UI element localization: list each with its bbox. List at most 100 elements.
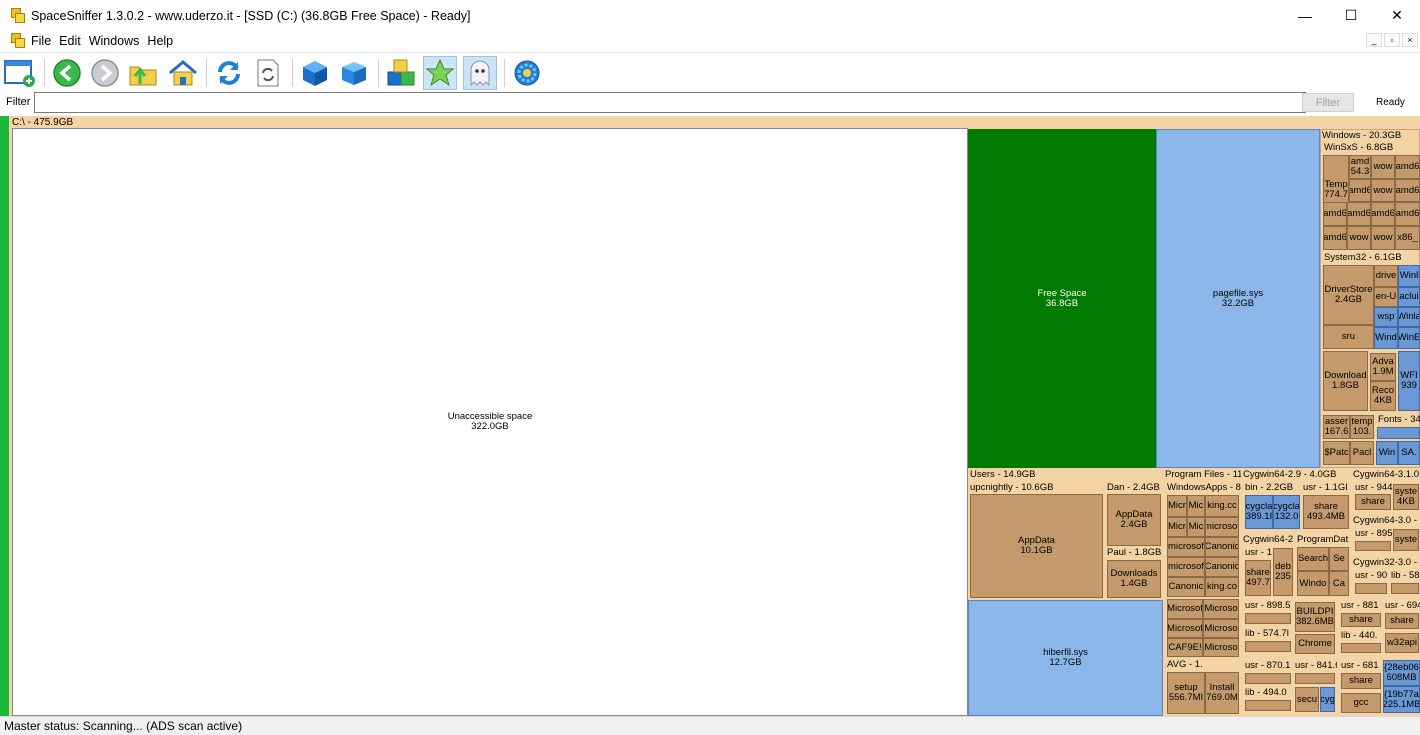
tile-drive[interactable]: drive bbox=[1374, 265, 1398, 287]
tile-search[interactable]: Search bbox=[1297, 547, 1329, 571]
menu-edit[interactable]: Edit bbox=[59, 34, 89, 48]
tile-usr-file[interactable] bbox=[1245, 673, 1291, 684]
tile-mic[interactable]: Mic bbox=[1187, 517, 1205, 537]
tile-microso[interactable]: Microso bbox=[1203, 619, 1239, 638]
tile-amd6[interactable]: amd6 bbox=[1371, 202, 1395, 226]
tile-winl[interactable]: Winl bbox=[1398, 265, 1420, 287]
tile-amd[interactable]: amd 54.3 bbox=[1349, 155, 1371, 179]
minimize-button[interactable]: — bbox=[1282, 0, 1328, 31]
tile-system[interactable]: syste bbox=[1393, 529, 1419, 551]
tile-security[interactable]: secu bbox=[1295, 687, 1319, 712]
tile-se[interactable]: Se bbox=[1329, 547, 1349, 571]
tile-wow[interactable]: wow bbox=[1371, 226, 1395, 250]
tile-wsp[interactable]: wsp bbox=[1374, 307, 1398, 327]
tile-gcc[interactable]: gcc bbox=[1341, 693, 1381, 713]
colored-cubes-button[interactable] bbox=[384, 56, 418, 90]
tile-adva[interactable]: Adva 1.9M bbox=[1370, 353, 1396, 381]
tile-micr[interactable]: Micr bbox=[1167, 495, 1187, 517]
tile-driverstore[interactable]: DriverStore 2.4GB bbox=[1323, 265, 1374, 325]
tile-wfi[interactable]: WFI 939 bbox=[1398, 351, 1420, 411]
tile-king[interactable]: king.cc bbox=[1205, 495, 1239, 517]
tile-assembly[interactable]: asser 167.6 bbox=[1323, 415, 1350, 439]
tile-microsof[interactable]: microsof bbox=[1167, 557, 1205, 577]
tile-share[interactable]: share bbox=[1341, 673, 1381, 689]
tile-canonical[interactable]: Canonic bbox=[1205, 557, 1239, 577]
tile-patch[interactable]: $Patc bbox=[1323, 441, 1350, 465]
tile-setup[interactable]: setup 556.7MI bbox=[1167, 672, 1205, 714]
tile-micr[interactable]: Micr bbox=[1167, 517, 1187, 537]
tile-pagefile[interactable]: pagefile.sys 32.2GB bbox=[1156, 129, 1320, 468]
tile-amd6[interactable]: amd6 bbox=[1347, 202, 1371, 226]
tile-x86[interactable]: x86_ bbox=[1395, 226, 1420, 250]
tile-canonical[interactable]: Canonic bbox=[1167, 577, 1205, 597]
refresh-page-button[interactable] bbox=[251, 56, 285, 90]
tile-fonts-file[interactable] bbox=[1377, 427, 1420, 439]
tile-reco[interactable]: Reco 4KB bbox=[1370, 381, 1396, 411]
tile-free-space[interactable]: Free Space 36.8GB bbox=[968, 129, 1156, 468]
ghost-button[interactable] bbox=[463, 56, 497, 90]
blue-cube-flat-button[interactable] bbox=[337, 56, 371, 90]
tile-wine[interactable]: WinE bbox=[1398, 327, 1420, 349]
tile-canonical[interactable]: Canonic bbox=[1205, 537, 1239, 557]
tile-system[interactable]: syste 4KB bbox=[1393, 484, 1419, 510]
tile-caf[interactable]: CAF9E! bbox=[1167, 638, 1203, 657]
tile-sa[interactable]: SA. bbox=[1398, 441, 1420, 465]
treemap[interactable]: C:\ - 475.9GB Unaccessible space 322.0GB… bbox=[0, 116, 1420, 716]
tile-amd6[interactable]: amd6 bbox=[1349, 179, 1371, 202]
close-button[interactable]: ✕ bbox=[1374, 0, 1420, 31]
mdi-restore-button[interactable]: ▫ bbox=[1384, 33, 1400, 47]
refresh-button[interactable] bbox=[212, 56, 246, 90]
tile-wind[interactable]: Wind bbox=[1374, 327, 1398, 349]
tile-amd6[interactable]: amd6 bbox=[1395, 202, 1420, 226]
tile-wow[interactable]: wow bbox=[1347, 226, 1371, 250]
tile-usr-file[interactable] bbox=[1245, 613, 1291, 624]
tile-microsof[interactable]: Microsof bbox=[1167, 599, 1203, 619]
tile-sru[interactable]: sru bbox=[1323, 325, 1374, 349]
tile-temp2[interactable]: temp 103. bbox=[1350, 415, 1374, 439]
tile-lib-file[interactable] bbox=[1341, 643, 1381, 653]
tile-microsof[interactable]: Microsof bbox=[1167, 619, 1203, 638]
tile-share[interactable]: share 493.4MB bbox=[1303, 495, 1349, 529]
tile-cygcla[interactable]: cygcla 132.0 bbox=[1273, 495, 1300, 529]
tile-unaccessible-space[interactable]: Unaccessible space 322.0GB bbox=[12, 128, 968, 716]
tile-amd6[interactable]: amd6 bbox=[1395, 179, 1420, 202]
tile-share[interactable]: share bbox=[1355, 494, 1391, 510]
tile-amd6[interactable]: amd6 bbox=[1395, 155, 1420, 179]
settings-button[interactable] bbox=[510, 56, 544, 90]
tile-download[interactable]: Download 1.8GB bbox=[1323, 351, 1368, 411]
tile-winla[interactable]: Winla bbox=[1398, 307, 1420, 327]
tile-wow[interactable]: wow bbox=[1371, 155, 1395, 179]
tile-microso[interactable]: Microso bbox=[1203, 638, 1239, 657]
tile-microsof[interactable]: microsof bbox=[1167, 537, 1205, 557]
mdi-minimize-button[interactable]: _ bbox=[1366, 33, 1382, 47]
tile-buildpi[interactable]: BUILDPI 382.6MB bbox=[1295, 602, 1335, 632]
tile-lib-file[interactable] bbox=[1245, 700, 1291, 711]
tile-chrome[interactable]: Chrome bbox=[1295, 634, 1335, 654]
tile-windows[interactable]: Windo bbox=[1297, 571, 1329, 596]
tile-king[interactable]: king.co bbox=[1205, 577, 1239, 597]
mdi-close-button[interactable]: × bbox=[1402, 33, 1418, 47]
forward-button[interactable] bbox=[88, 56, 122, 90]
tile-guid-19b77a[interactable]: {19b77a 225.1MB bbox=[1383, 686, 1420, 713]
tile-microso[interactable]: Microso bbox=[1203, 599, 1239, 619]
tile-share[interactable]: share bbox=[1385, 613, 1419, 629]
tile-amd6[interactable]: amd6 bbox=[1323, 202, 1347, 226]
tile-amd6[interactable]: amd6 bbox=[1323, 226, 1347, 250]
tile-win[interactable]: Win bbox=[1376, 441, 1398, 465]
maximize-button[interactable]: ☐ bbox=[1328, 0, 1374, 31]
tile-wow[interactable]: wow bbox=[1371, 179, 1395, 202]
tile-share[interactable]: share bbox=[1341, 613, 1381, 627]
tile-package[interactable]: Pacl bbox=[1350, 441, 1374, 465]
tile-lib-file[interactable] bbox=[1391, 583, 1419, 594]
menu-help[interactable]: Help bbox=[147, 34, 181, 48]
tile-deb[interactable]: deb 235 bbox=[1273, 548, 1293, 596]
tile-downloads-paul[interactable]: Downloads 1.4GB bbox=[1107, 560, 1161, 598]
filter-button[interactable]: Filter bbox=[1302, 93, 1354, 112]
tile-usr-file[interactable] bbox=[1355, 541, 1391, 551]
favorites-button[interactable] bbox=[423, 56, 457, 90]
tile-install[interactable]: Install 769.0M bbox=[1205, 672, 1239, 714]
tile-usr-file[interactable] bbox=[1295, 673, 1335, 684]
tile-lib-file[interactable] bbox=[1245, 641, 1291, 652]
tile-ca[interactable]: Ca bbox=[1329, 571, 1349, 596]
tile-appdata-dan[interactable]: AppData 2.4GB bbox=[1107, 494, 1161, 546]
